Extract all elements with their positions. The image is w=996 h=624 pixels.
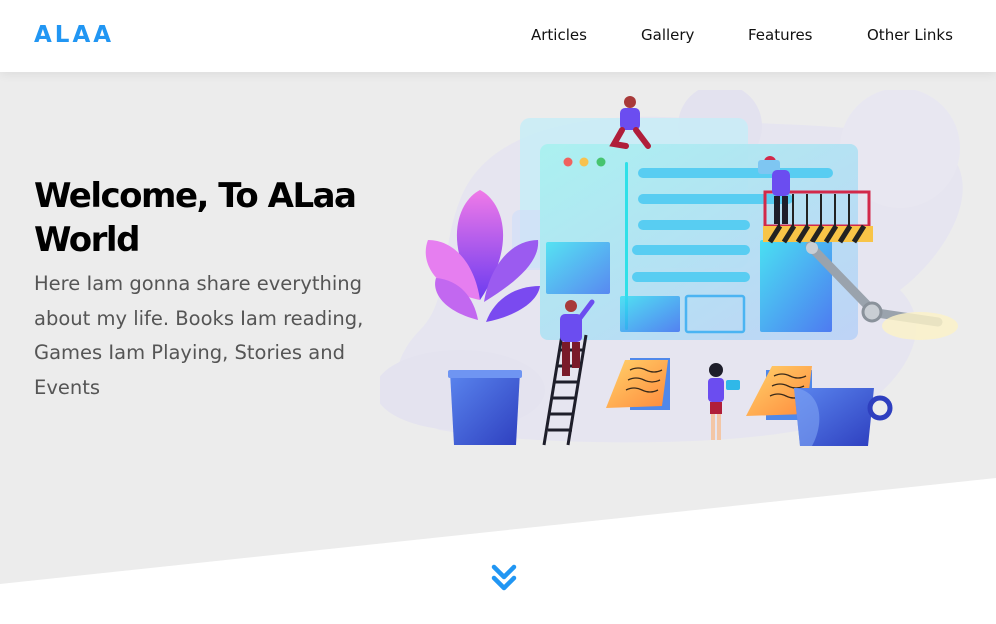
landing-description: Here Iam gonna share everything about my… (34, 272, 364, 399)
site-header: ALAA Articles Gallery Features Other Lin… (0, 0, 996, 72)
nav-link-features[interactable]: Features (748, 26, 813, 44)
nav-link-other-links[interactable]: Other Links (867, 26, 953, 44)
mug-graphic (794, 388, 893, 446)
main-nav: Articles Gallery Features Other Links (0, 26, 996, 50)
landing-title: Welcome, To ALaa World (34, 176, 357, 260)
landing-illustration (380, 90, 963, 446)
nav-link-gallery[interactable]: Gallery (641, 26, 694, 44)
nav-link-articles[interactable]: Articles (531, 26, 587, 44)
double-chevron-down-icon (491, 564, 517, 591)
scroll-down-button[interactable] (491, 563, 517, 593)
